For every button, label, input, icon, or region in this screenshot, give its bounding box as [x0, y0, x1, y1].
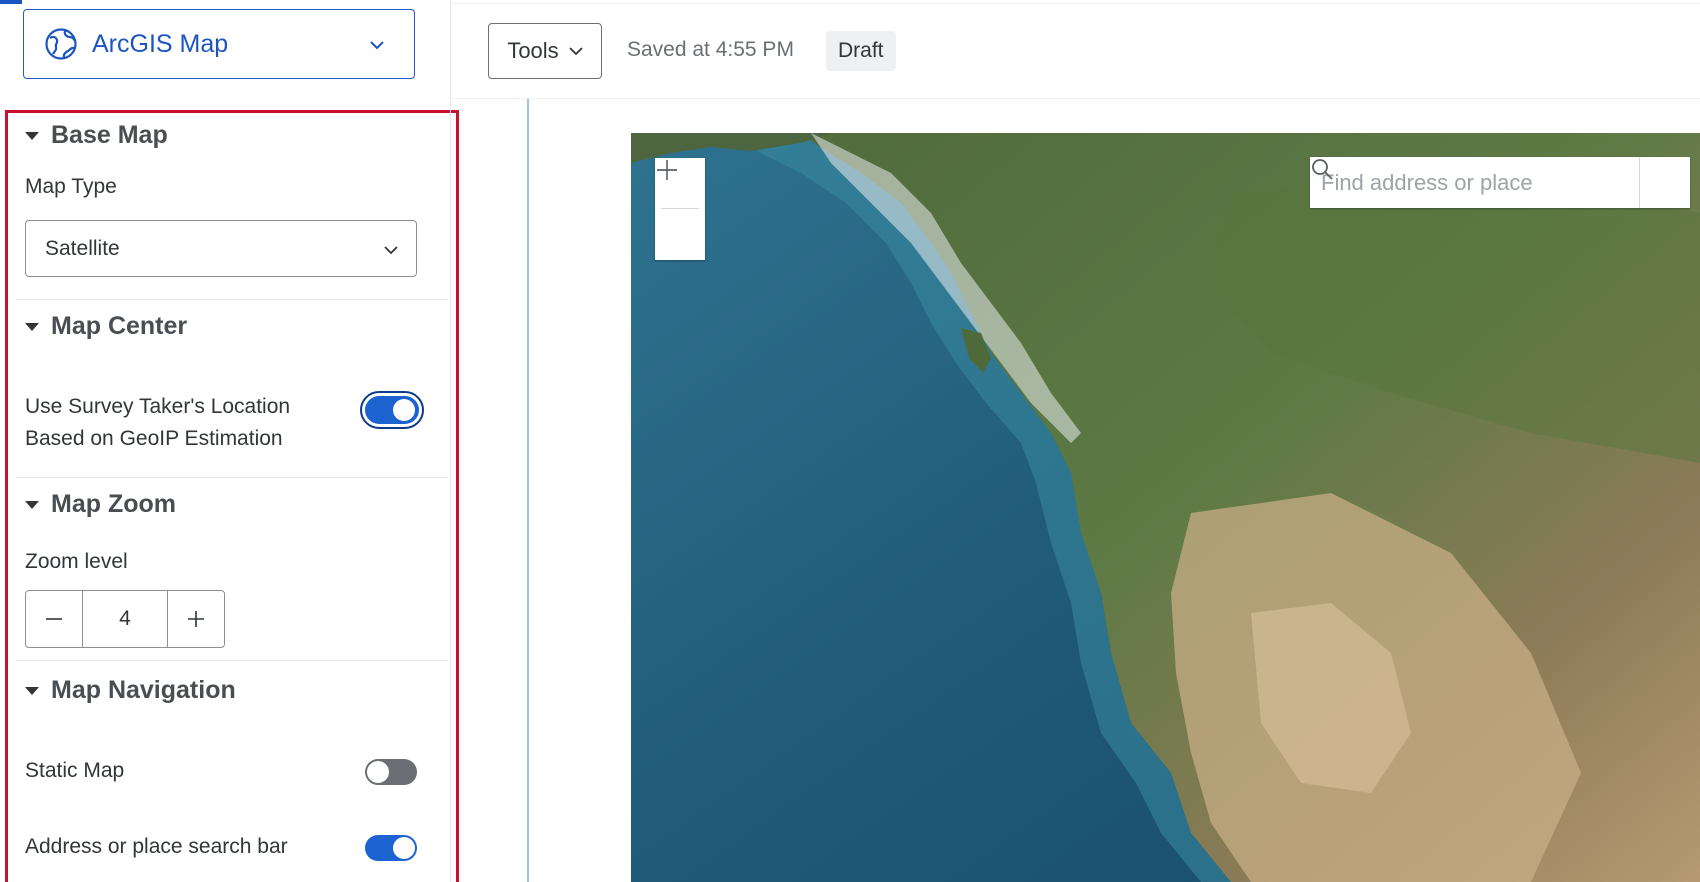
- section-map-navigation-title: Map Navigation: [51, 676, 236, 704]
- map-type-value: Satellite: [45, 236, 120, 260]
- map-search-input[interactable]: [1310, 157, 1639, 208]
- section-map-center-title: Map Center: [51, 312, 188, 340]
- toggle-knob: [367, 761, 389, 783]
- panel-separator: [450, 0, 451, 882]
- caret-down-icon: [25, 131, 39, 140]
- zoom-level-label: Zoom level: [25, 550, 128, 573]
- zoom-level-value[interactable]: 4: [82, 591, 168, 647]
- search-bar-toggle[interactable]: [365, 835, 417, 861]
- section-map-zoom-title: Map Zoom: [51, 490, 176, 518]
- question-type-label: ArcGIS Map: [92, 29, 229, 58]
- static-map-label: Static Map: [25, 759, 125, 782]
- geoip-label-line1: Use Survey Taker's Location: [25, 395, 291, 418]
- tools-button-label: Tools: [507, 38, 559, 63]
- geoip-label-line2: Based on GeoIP Estimation: [25, 427, 283, 450]
- minus-icon: [46, 618, 63, 620]
- plus-icon: [187, 611, 204, 627]
- top-border: [451, 3, 1700, 4]
- map-type-dropdown[interactable]: Satellite: [25, 220, 417, 277]
- toolbar-border: [451, 98, 1700, 99]
- map-preview[interactable]: [631, 133, 1700, 882]
- top-accent-bar: [0, 0, 22, 4]
- satellite-imagery: [631, 133, 1700, 882]
- section-map-center[interactable]: Map Center: [25, 312, 187, 341]
- editor-left-panel: ArcGIS Map Base Map Map Type Satellite M…: [0, 0, 459, 882]
- zoom-decrement-button[interactable]: [26, 591, 82, 647]
- section-map-zoom[interactable]: Map Zoom: [25, 490, 176, 519]
- section-base-map[interactable]: Base Map: [25, 121, 168, 150]
- save-status: Saved at 4:55 PM: [627, 38, 794, 61]
- minus-icon: [657, 169, 677, 171]
- geoip-toggle[interactable]: [360, 391, 424, 429]
- question-type-dropdown[interactable]: ArcGIS Map: [23, 9, 415, 79]
- chevron-down-icon: [384, 246, 398, 255]
- map-settings-panel: Base Map Map Type Satellite Map Center U…: [5, 110, 459, 882]
- section-divider: [15, 299, 448, 300]
- map-type-label: Map Type: [25, 175, 117, 198]
- map-search-bar: [1310, 157, 1690, 208]
- caret-down-icon: [25, 686, 39, 695]
- static-map-toggle[interactable]: [365, 759, 417, 785]
- section-map-navigation[interactable]: Map Navigation: [25, 676, 236, 705]
- question-focus-rule: [527, 99, 529, 882]
- chevron-down-icon: [569, 47, 583, 56]
- toggle-knob: [393, 399, 415, 421]
- globe-icon: [45, 28, 77, 60]
- map-zoom-controls: [655, 158, 705, 260]
- geoip-toggle-track: [365, 396, 419, 424]
- draft-badge: Draft: [826, 31, 896, 71]
- section-divider: [15, 660, 448, 661]
- zoom-increment-button[interactable]: [168, 591, 224, 647]
- chevron-down-icon: [370, 41, 384, 50]
- map-search-button[interactable]: [1312, 157, 1690, 208]
- toggle-knob: [393, 837, 415, 859]
- caret-down-icon: [25, 500, 39, 509]
- section-divider: [15, 477, 448, 478]
- section-base-map-title: Base Map: [51, 121, 168, 149]
- caret-down-icon: [25, 322, 39, 331]
- search-bar-label: Address or place search bar: [25, 835, 288, 858]
- tools-button[interactable]: Tools: [488, 23, 602, 79]
- search-icon: [1312, 159, 1333, 180]
- map-zoom-out-button[interactable]: [655, 169, 705, 259]
- zoom-level-stepper: 4: [25, 590, 225, 648]
